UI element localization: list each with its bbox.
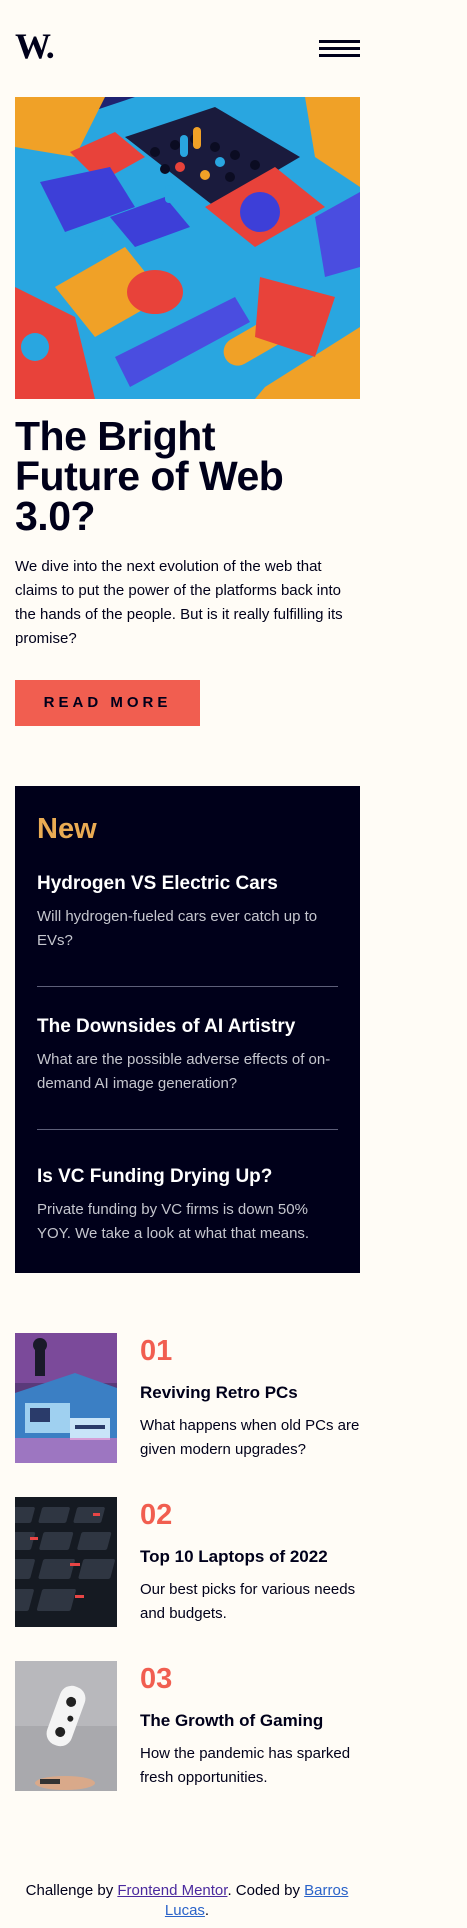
list-item-text: 02 Top 10 Laptops of 2022 Our best picks…	[140, 1497, 365, 1626]
new-item-title[interactable]: Is VC Funding Drying Up?	[37, 1164, 338, 1190]
footer-suffix: .	[204, 1902, 210, 1919]
hero-title-line-3: 3.0?	[15, 493, 96, 539]
new-panel: New Hydrogen VS Electric Cars Will hydro…	[15, 786, 360, 1273]
logo[interactable]: W.	[15, 26, 62, 66]
list-item-title[interactable]: Top 10 Laptops of 2022	[140, 1545, 365, 1569]
retro-pc-thumbnail	[15, 1333, 117, 1463]
hero-description: We dive into the next evolution of the w…	[15, 558, 343, 647]
list-item-description: How the pandemic has sparked fresh oppor…	[140, 1745, 351, 1786]
list-item-description: What happens when old PCs are given mode…	[140, 1417, 360, 1458]
read-more-button[interactable]: READ MORE	[15, 680, 200, 726]
hero-title: The Bright Future of Web 3.0?	[15, 416, 360, 539]
new-item[interactable]: The Downsides of AI Artistry What are th…	[37, 1014, 338, 1096]
new-item[interactable]: Is VC Funding Drying Up? Private funding…	[37, 1164, 338, 1246]
new-item[interactable]: Hydrogen VS Electric Cars Will hydrogen-…	[37, 871, 338, 953]
new-item-title[interactable]: Hydrogen VS Electric Cars	[37, 871, 338, 897]
list-item-title[interactable]: Reviving Retro PCs	[140, 1381, 365, 1405]
footer: Challenge by Frontend Mentor. Coded by B…	[0, 1881, 374, 1921]
new-item-title[interactable]: The Downsides of AI Artistry	[37, 1014, 338, 1040]
divider	[37, 986, 338, 987]
footer-middle: . Coded by	[227, 1882, 305, 1899]
new-item-description: Will hydrogen-fueled cars ever catch up …	[37, 908, 318, 949]
list-item-number: 02	[140, 1499, 173, 1531]
hero-image	[15, 97, 360, 399]
gaming-controller-thumbnail	[15, 1661, 117, 1791]
list-item: 02 Top 10 Laptops of 2022 Our best picks…	[15, 1497, 360, 1627]
footer-prefix: Challenge by	[25, 1882, 118, 1899]
new-item-description: Private funding by VC firms is down 50% …	[37, 1201, 310, 1242]
divider	[37, 1129, 338, 1130]
frontend-mentor-link[interactable]: Frontend Mentor	[117, 1882, 227, 1899]
author-first-name[interactable]: Barros	[304, 1882, 348, 1899]
list-item-title[interactable]: The Growth of Gaming	[140, 1709, 365, 1733]
author-last-name[interactable]: Lucas	[165, 1902, 205, 1919]
list-item-description: Our best picks for various needs and bud…	[140, 1581, 356, 1622]
list-item-text: 03 The Growth of Gaming How the pandemic…	[140, 1661, 365, 1790]
page: W. The Bright Future of Web 3.0? We dive…	[0, 0, 374, 1928]
svg-text:W.: W.	[15, 30, 54, 64]
list-item: 01 Reviving Retro PCs What happens when …	[15, 1333, 360, 1463]
hamburger-menu-icon[interactable]	[319, 40, 360, 60]
list-item: 03 The Growth of Gaming How the pandemic…	[15, 1661, 360, 1791]
new-item-description: What are the possible adverse effects of…	[37, 1051, 331, 1092]
laptop-keyboard-thumbnail	[15, 1497, 117, 1627]
list-item-number: 03	[140, 1663, 173, 1695]
list-item-text: 01 Reviving Retro PCs What happens when …	[140, 1333, 365, 1462]
list-item-number: 01	[140, 1335, 173, 1367]
new-section-title: New	[37, 813, 97, 845]
